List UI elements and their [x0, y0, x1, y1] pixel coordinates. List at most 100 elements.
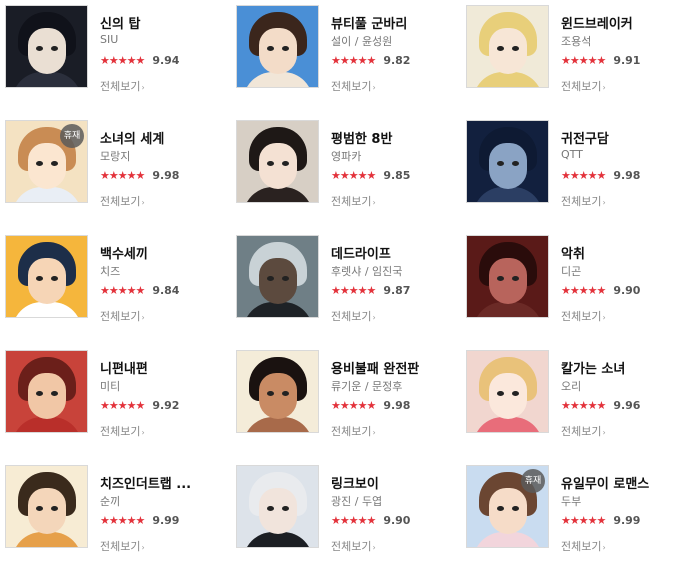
star-rating-icon: ★★★★★: [331, 54, 376, 67]
character-eye-shape: [51, 391, 58, 396]
character-eye-shape: [512, 161, 519, 166]
rating-score: 9.98: [383, 399, 411, 412]
view-all-link[interactable]: 전체보기›: [561, 308, 606, 324]
character-eye-shape: [512, 276, 519, 281]
webtoon-card[interactable]: 악취 디곤 ★★★★★ 9.90 전체보기›: [466, 235, 674, 331]
webtoon-thumbnail[interactable]: [5, 465, 88, 548]
character-face-shape: [489, 373, 527, 419]
view-all-label: 전체보기: [100, 195, 141, 208]
chevron-right-icon: ›: [602, 83, 606, 92]
webtoon-card[interactable]: 용비불패 완전판 류기운 / 문정후 ★★★★★ 9.98 전체보기›: [236, 350, 456, 446]
webtoon-title[interactable]: 소녀의 세계: [100, 128, 164, 147]
star-rating-icon: ★★★★★: [331, 399, 376, 412]
star-rating-icon: ★★★★★: [100, 169, 145, 182]
webtoon-thumbnail[interactable]: [236, 5, 319, 88]
star-rating-icon: ★★★★★: [561, 284, 606, 297]
webtoon-thumbnail[interactable]: [5, 235, 88, 318]
view-all-link[interactable]: 전체보기›: [100, 308, 145, 324]
webtoon-thumbnail[interactable]: 휴재: [5, 120, 88, 203]
character-eye-shape: [267, 161, 274, 166]
webtoon-author: 순끼: [100, 495, 121, 508]
webtoon-title[interactable]: 평범한 8반: [331, 128, 392, 147]
webtoon-card[interactable]: 평범한 8반 영파카 ★★★★★ 9.85 전체보기›: [236, 120, 456, 216]
webtoon-card[interactable]: 백수세끼 치즈 ★★★★★ 9.84 전체보기›: [5, 235, 225, 331]
webtoon-title[interactable]: 윈드브레이커: [561, 13, 633, 32]
webtoon-card[interactable]: 윈드브레이커 조용석 ★★★★★ 9.91 전체보기›: [466, 5, 674, 101]
webtoon-author: 광진 / 두엽: [331, 495, 383, 508]
webtoon-author: 오리: [561, 380, 582, 393]
character-eye-shape: [512, 391, 519, 396]
character-eye-shape: [36, 506, 43, 511]
webtoon-thumbnail[interactable]: [466, 350, 549, 433]
webtoon-thumbnail[interactable]: [236, 120, 319, 203]
character-eye-shape: [497, 161, 504, 166]
character-face-shape: [28, 488, 66, 534]
webtoon-card[interactable]: 귀전구담 QTT ★★★★★ 9.98 전체보기›: [466, 120, 674, 216]
webtoon-title[interactable]: 뷰티풀 군바리: [331, 13, 407, 32]
rating: ★★★★★ 9.91: [561, 49, 640, 67]
rating-score: 9.87: [383, 284, 411, 297]
webtoon-thumbnail[interactable]: [236, 235, 319, 318]
webtoon-title[interactable]: 데드라이프: [331, 243, 391, 262]
webtoon-card[interactable]: 링크보이 광진 / 두엽 ★★★★★ 9.90 전체보기›: [236, 465, 456, 561]
webtoon-thumbnail[interactable]: [236, 350, 319, 433]
rating-score: 9.99: [152, 514, 180, 527]
webtoon-card[interactable]: 니편내편 미티 ★★★★★ 9.92 전체보기›: [5, 350, 225, 446]
view-all-link[interactable]: 전체보기›: [331, 538, 376, 554]
view-all-label: 전체보기: [561, 310, 602, 323]
star-rating-icon: ★★★★★: [561, 399, 606, 412]
rating: ★★★★★ 9.84: [100, 279, 179, 297]
webtoon-title[interactable]: 링크보이: [331, 473, 379, 492]
view-all-link[interactable]: 전체보기›: [331, 308, 376, 324]
chevron-right-icon: ›: [602, 428, 606, 437]
view-all-label: 전체보기: [561, 540, 602, 553]
webtoon-author: 치즈: [100, 265, 121, 278]
character-face-shape: [28, 258, 66, 304]
view-all-label: 전체보기: [100, 80, 141, 93]
webtoon-title[interactable]: 칼가는 소녀: [561, 358, 625, 377]
webtoon-card[interactable]: 휴재 소녀의 세계 모랑지 ★★★★★ 9.98 전체보기›: [5, 120, 225, 216]
rating-score: 9.99: [613, 514, 641, 527]
webtoon-thumbnail[interactable]: [5, 350, 88, 433]
character-eye-shape: [36, 276, 43, 281]
view-all-link[interactable]: 전체보기›: [561, 78, 606, 94]
view-all-link[interactable]: 전체보기›: [100, 78, 145, 94]
webtoon-thumbnail[interactable]: [236, 465, 319, 548]
webtoon-card[interactable]: 신의 탑 SIU ★★★★★ 9.94 전체보기›: [5, 5, 225, 101]
view-all-link[interactable]: 전체보기›: [100, 538, 145, 554]
view-all-link[interactable]: 전체보기›: [331, 78, 376, 94]
webtoon-thumbnail[interactable]: [5, 5, 88, 88]
view-all-link[interactable]: 전체보기›: [331, 423, 376, 439]
pause-badge: 휴재: [60, 124, 84, 148]
webtoon-thumbnail[interactable]: [466, 235, 549, 318]
webtoon-card[interactable]: 칼가는 소녀 오리 ★★★★★ 9.96 전체보기›: [466, 350, 674, 446]
rating: ★★★★★ 9.98: [331, 394, 410, 412]
view-all-link[interactable]: 전체보기›: [331, 193, 376, 209]
webtoon-card[interactable]: 치즈인더트랩 ... 순끼 ★★★★★ 9.99 전체보기›: [5, 465, 225, 561]
view-all-link[interactable]: 전체보기›: [561, 423, 606, 439]
webtoon-card[interactable]: 데드라이프 후렛샤 / 임진국 ★★★★★ 9.87 전체보기›: [236, 235, 456, 331]
webtoon-title[interactable]: 치즈인더트랩 ...: [100, 473, 191, 492]
star-rating-icon: ★★★★★: [100, 399, 145, 412]
rating-score: 9.90: [613, 284, 641, 297]
character-face-shape: [259, 488, 297, 534]
view-all-label: 전체보기: [561, 195, 602, 208]
view-all-label: 전체보기: [100, 425, 141, 438]
view-all-link[interactable]: 전체보기›: [100, 193, 145, 209]
view-all-link[interactable]: 전체보기›: [561, 538, 606, 554]
character-eye-shape: [36, 46, 43, 51]
webtoon-card[interactable]: 휴재 유일무이 로맨스 두부 ★★★★★ 9.99 전체보기›: [466, 465, 674, 561]
webtoon-card[interactable]: 뷰티풀 군바리 설이 / 윤성원 ★★★★★ 9.82 전체보기›: [236, 5, 456, 101]
view-all-link[interactable]: 전체보기›: [100, 423, 145, 439]
webtoon-title[interactable]: 신의 탑: [100, 13, 140, 32]
webtoon-title[interactable]: 니편내편: [100, 358, 148, 377]
webtoon-thumbnail[interactable]: [466, 5, 549, 88]
webtoon-title[interactable]: 백수세끼: [100, 243, 148, 262]
webtoon-title[interactable]: 귀전구담: [561, 128, 609, 147]
view-all-link[interactable]: 전체보기›: [561, 193, 606, 209]
webtoon-title[interactable]: 용비불패 완전판: [331, 358, 419, 377]
webtoon-title[interactable]: 악취: [561, 243, 585, 262]
webtoon-title[interactable]: 유일무이 로맨스: [561, 473, 649, 492]
webtoon-thumbnail[interactable]: [466, 120, 549, 203]
webtoon-thumbnail[interactable]: 휴재: [466, 465, 549, 548]
